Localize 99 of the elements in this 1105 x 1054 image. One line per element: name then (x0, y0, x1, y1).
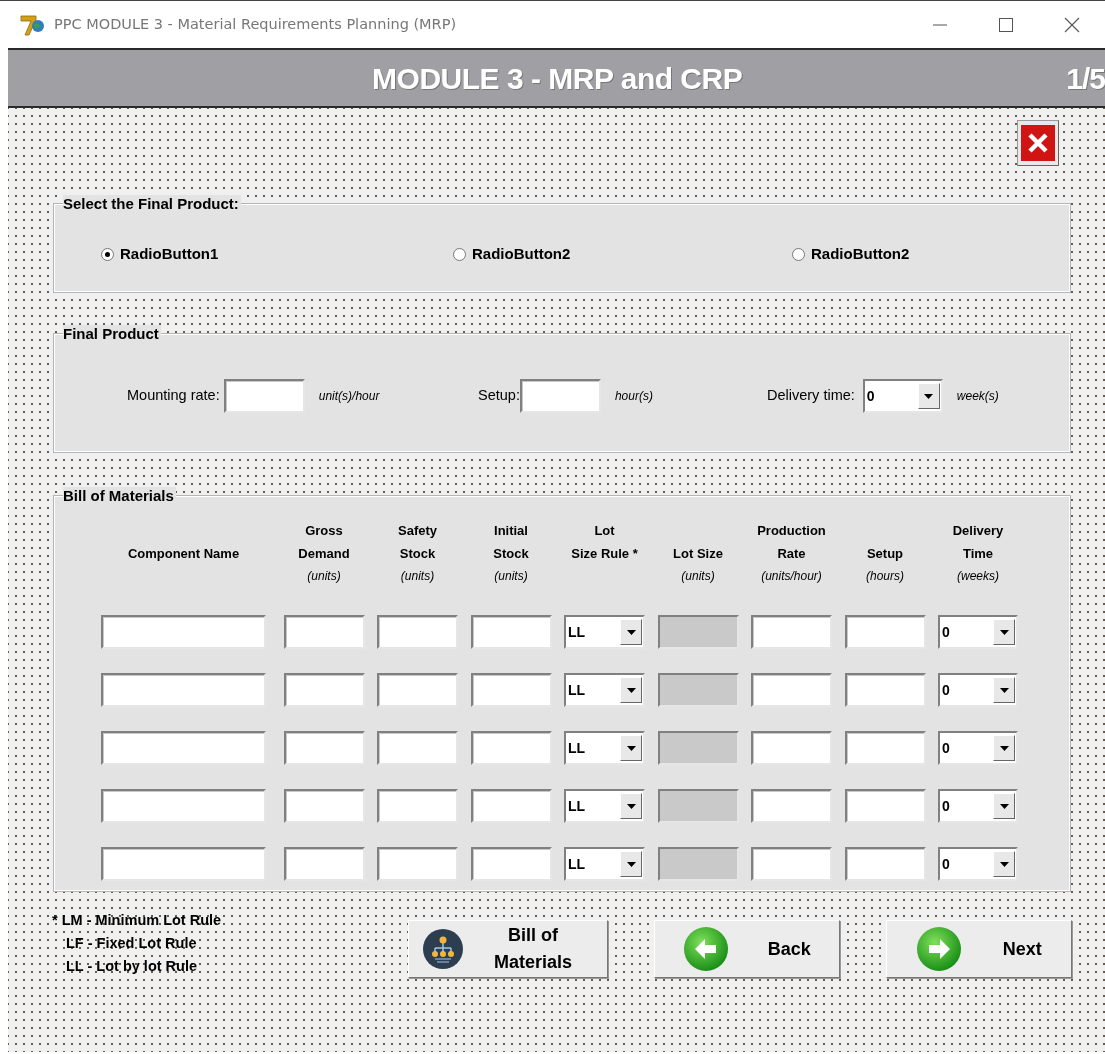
close-icon[interactable] (1064, 16, 1080, 33)
unit-label: (units) (400, 568, 435, 585)
input-field[interactable] (751, 847, 832, 881)
field-label: Delivery time: (767, 386, 855, 406)
dropdown[interactable]: 0 (938, 673, 1018, 707)
input-field[interactable] (101, 847, 266, 881)
input-field[interactable] (283, 731, 365, 765)
input-field[interactable] (101, 615, 266, 649)
input-field[interactable] (844, 847, 926, 881)
input-field[interactable] (844, 673, 926, 707)
caret-icon (999, 745, 1009, 751)
column-header: Production (757, 522, 826, 540)
input-field[interactable] (283, 847, 365, 881)
input-field[interactable] (844, 789, 926, 823)
column-header: Demand (298, 545, 350, 563)
dropdown[interactable]: LL (564, 615, 645, 649)
input-field[interactable] (283, 673, 365, 707)
column-header: Size Rule * (571, 545, 638, 563)
column-header: Stock (399, 545, 436, 563)
caret-icon (999, 803, 1009, 809)
input-field[interactable] (470, 615, 552, 649)
input-field[interactable] (377, 789, 458, 823)
input-field[interactable] (377, 847, 458, 881)
field-label: Setup: (478, 386, 520, 406)
action-button[interactable]: Back (654, 920, 840, 978)
hierarchy-icon (423, 929, 463, 969)
dropdown[interactable]: LL (564, 673, 645, 707)
input-field[interactable] (751, 673, 832, 707)
unit-label: (units) (307, 568, 341, 585)
caret-icon (924, 393, 934, 399)
column-header: Lot (594, 522, 615, 540)
app-icon (20, 13, 46, 36)
dropdown[interactable]: LL (564, 731, 645, 765)
dropdown[interactable]: 0 (938, 731, 1018, 765)
unit-label: (weeks) (957, 568, 999, 585)
page-indicator: 1/5 (1066, 60, 1105, 97)
input-field[interactable] (377, 673, 458, 707)
input-field[interactable] (470, 731, 552, 765)
column-header: Setup (866, 545, 904, 563)
unit-label: (hours) (866, 568, 904, 585)
close-button[interactable] (1017, 120, 1059, 166)
caret-icon (999, 629, 1009, 635)
dropdown[interactable]: 0 (938, 847, 1018, 881)
input-field[interactable] (101, 731, 266, 765)
input-field[interactable] (751, 789, 832, 823)
caret-icon (626, 803, 636, 809)
input-field[interactable] (751, 615, 832, 649)
window-title: PPC MODULE 3 - Material Requirements Planning (MRP) (54, 14, 457, 34)
action-button[interactable]: Next (886, 920, 1072, 978)
caret-icon (999, 687, 1009, 693)
input-field[interactable] (470, 673, 552, 707)
input-field[interactable] (223, 379, 305, 413)
header-title: MODULE 3 - MRP and CRP (371, 60, 744, 97)
input-field[interactable] (751, 731, 832, 765)
input-field[interactable] (101, 789, 266, 823)
input-field[interactable] (377, 731, 458, 765)
dropdown[interactable]: LL (564, 847, 645, 881)
column-header: Component Name (127, 545, 240, 563)
caret-icon (626, 861, 636, 867)
radio-option[interactable]: RadioButton2 (792, 243, 1069, 266)
caret-icon (626, 687, 636, 693)
radio-option[interactable]: RadioButton2 (453, 243, 792, 266)
legend-note: LL - Lot by lot Rule (66, 957, 198, 976)
column-header: Safety (398, 522, 437, 540)
column-header: Gross (305, 522, 343, 540)
column-header: Time (962, 545, 994, 563)
input-field[interactable] (101, 673, 266, 707)
column-header: Lot Size (673, 545, 723, 563)
input-field[interactable] (377, 615, 458, 649)
column-header: Initial (494, 522, 528, 540)
column-header: Rate (777, 545, 806, 563)
input-field[interactable] (470, 847, 552, 881)
legend-note: LF - Fixed Lot Rule (66, 934, 197, 953)
unit-label: (units/hour) (761, 568, 822, 585)
radio-option[interactable]: RadioButton1 (101, 243, 453, 266)
dropdown[interactable]: LL (564, 789, 645, 823)
caret-icon (626, 745, 636, 751)
legend-note: * LM - Minimum Lot Rule (52, 911, 222, 930)
field-label: Mounting rate: (127, 386, 220, 406)
input-field[interactable] (470, 789, 552, 823)
dropdown[interactable]: 0 (862, 379, 943, 413)
input-field[interactable] (844, 615, 926, 649)
maximize-icon[interactable] (999, 17, 1013, 32)
input-field[interactable] (844, 731, 926, 765)
unit-label: unit(s)/hour (318, 388, 380, 405)
caret-icon (626, 629, 636, 635)
input-field[interactable] (283, 615, 365, 649)
unit-label: (units) (494, 568, 528, 585)
caret-icon (999, 861, 1009, 867)
dropdown[interactable]: 0 (938, 615, 1018, 649)
input-field[interactable] (519, 379, 601, 413)
input-field[interactable] (283, 789, 365, 823)
dropdown[interactable]: 0 (938, 789, 1018, 823)
unit-label: (units) (681, 568, 715, 585)
column-header: Delivery (952, 522, 1004, 540)
column-header: Stock (493, 545, 529, 563)
action-button[interactable]: Bill of Materials (408, 920, 608, 978)
unit-label: week(s) (956, 388, 999, 405)
unit-label: hour(s) (614, 388, 653, 405)
